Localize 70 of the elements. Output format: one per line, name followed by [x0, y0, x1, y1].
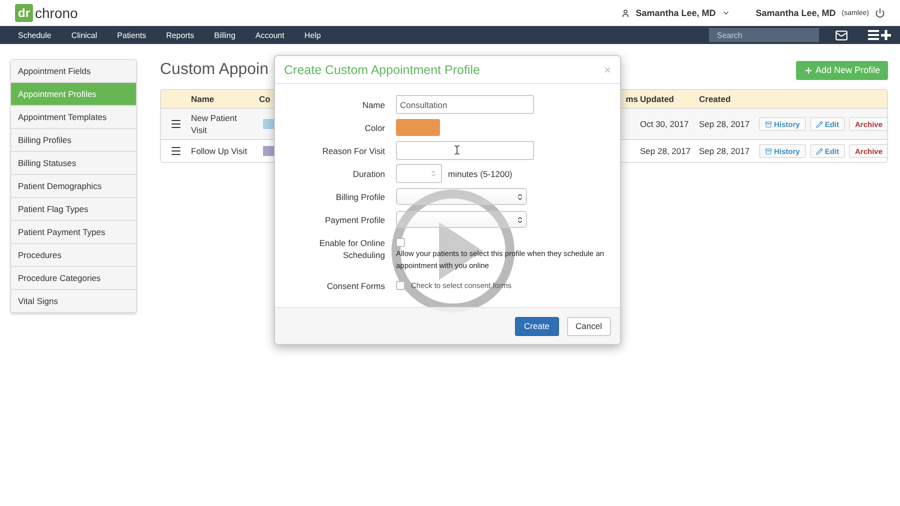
number-field[interactable] [396, 164, 442, 183]
column-header: ms [624, 94, 639, 104]
sidebar-item[interactable]: Appointment Fields [11, 60, 136, 83]
sidebar-item[interactable]: Patient Payment Types [11, 221, 136, 244]
nav-item[interactable]: Reports [156, 30, 204, 40]
cancel-button[interactable]: Cancel [566, 316, 611, 336]
sidebar-item[interactable]: Patient Demographics [11, 175, 136, 198]
create-button[interactable]: Create [515, 316, 559, 336]
sidebar-item[interactable]: Procedure Categories [11, 267, 136, 290]
table-cell-text: New Patient Visit [191, 112, 238, 136]
caret-icon[interactable] [722, 9, 730, 17]
table-cell-text: Sep 28, 2017 [699, 146, 751, 156]
sidebar-item[interactable]: Patient Flag Types [11, 198, 136, 221]
nav-item[interactable]: Account [245, 30, 294, 40]
color-swatch[interactable] [396, 119, 440, 136]
archive-box-icon [765, 120, 772, 128]
field-label: Billing Profile [334, 191, 385, 203]
search-field[interactable]: Search [709, 28, 819, 42]
table-cell-text: Oct 30, 2017 [640, 119, 690, 129]
drag-handle-icon[interactable] [170, 145, 182, 157]
user-icon [620, 8, 630, 18]
archive-box-icon [765, 148, 772, 154]
table-cell-text: Follow Up Visit [191, 145, 248, 157]
select-field[interactable] [396, 188, 527, 205]
sidebar-item[interactable]: Vital Signs [11, 290, 136, 313]
sidebar-item[interactable]: Billing Profiles [11, 129, 136, 152]
nav-item[interactable]: Patients [107, 30, 156, 40]
sidebar-item[interactable]: Billing Statuses [11, 152, 136, 175]
checkbox[interactable] [396, 281, 405, 290]
checkbox[interactable] [396, 238, 405, 247]
field-hint: minutes (5-1200) [448, 168, 512, 178]
logo-name: chrono [35, 5, 78, 21]
plus-icon [804, 66, 814, 74]
logo-mark: dr [15, 4, 33, 22]
drag-handle-icon[interactable] [170, 118, 182, 130]
column-header: Created [699, 94, 732, 104]
nav-item[interactable]: Schedule [8, 30, 62, 40]
field-label: Payment Profile [324, 214, 385, 226]
nav-item[interactable]: Help [294, 30, 331, 40]
pencil-icon [816, 120, 823, 128]
column-header: Name [191, 94, 216, 104]
up-down-arrows-icon [516, 192, 524, 200]
account-name: Samantha Lee, MD [756, 8, 836, 18]
table-cell-text: Sep 28, 2017 [699, 119, 751, 129]
user-menu[interactable]: Samantha Lee, MD [636, 8, 716, 18]
field-label: Name [361, 99, 385, 111]
text-field[interactable]: Consultation [396, 95, 534, 114]
column-header: Updated [640, 94, 675, 104]
up-down-arrows-icon [516, 216, 524, 224]
power-icon[interactable] [875, 8, 885, 18]
field-label: Duration [352, 168, 385, 180]
sidebar-item[interactable]: Procedures [11, 244, 136, 267]
mail-icon[interactable] [835, 28, 848, 42]
spinner-arrows-icon[interactable] [430, 170, 437, 177]
text-field[interactable] [396, 141, 534, 160]
field-label: Reason For Visit [321, 145, 385, 157]
select-field[interactable] [396, 211, 527, 228]
column-header: Co [259, 94, 272, 104]
menu-plus-icon[interactable] [868, 29, 892, 41]
nav-item[interactable]: Billing [204, 30, 246, 40]
text-cursor-icon [452, 145, 462, 155]
table-cell-text: Sep 28, 2017 [640, 146, 692, 156]
field-label: Color [364, 122, 385, 134]
sidebar-item[interactable]: Appointment Templates [11, 106, 136, 129]
pencil-icon [816, 148, 823, 154]
field-label: Enable for Online Scheduling [318, 237, 385, 261]
nav-item[interactable]: Clinical [61, 30, 108, 40]
field-label: Consent Forms [326, 280, 385, 292]
page-title: Custom Appoin [160, 61, 269, 79]
dialog-title: Create Custom Appointment Profile [284, 62, 480, 76]
